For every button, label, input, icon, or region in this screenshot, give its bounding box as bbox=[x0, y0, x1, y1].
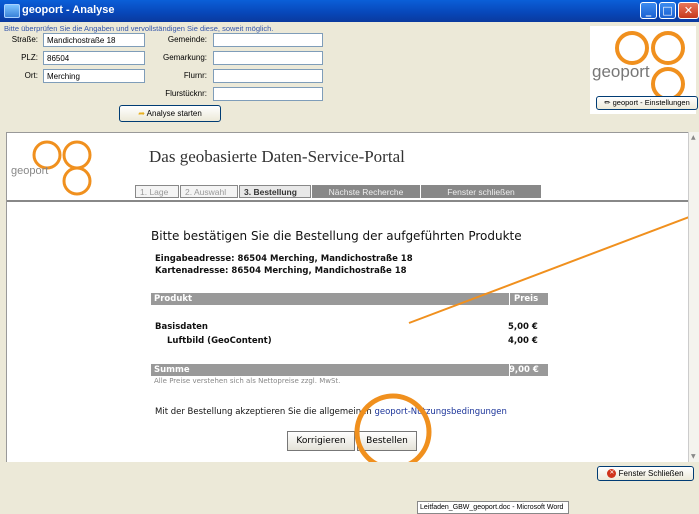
annotation-overlay bbox=[354, 216, 689, 463]
scroll-up-icon[interactable]: ▲ bbox=[691, 134, 696, 141]
ort-label: Ort: bbox=[24, 71, 38, 80]
flurnr-label: Flurnr: bbox=[183, 71, 207, 80]
logo-text: geoport bbox=[592, 62, 650, 81]
taskbar-item[interactable]: Leitfaden_GBW_geoport.doc - Microsoft Wo… bbox=[417, 501, 569, 514]
gemarkung-input[interactable] bbox=[213, 51, 323, 65]
settings-button[interactable]: ✏ geoport - Einstellungen bbox=[596, 96, 698, 110]
flurnr-input[interactable] bbox=[213, 69, 323, 83]
close-button-label: Fenster Schließen bbox=[618, 469, 684, 478]
analyse-start-label: Analyse starten bbox=[146, 109, 202, 118]
strasse-input[interactable]: Mandichostraße 18 bbox=[43, 33, 145, 47]
close-window-button[interactable]: ✕ bbox=[678, 2, 699, 19]
close-circle-icon: ✕ bbox=[607, 469, 617, 479]
close-button[interactable]: ✕ Fenster Schließen bbox=[597, 466, 694, 481]
flurstuecknr-input[interactable] bbox=[213, 87, 323, 101]
settings-label: geoport - Einstellungen bbox=[612, 98, 690, 107]
folder-icon: ➦ bbox=[138, 109, 145, 118]
flurstuecknr-label: Flurstücknr: bbox=[165, 89, 207, 98]
window-title: geoport - Analyse bbox=[22, 4, 115, 16]
annotation-arrow bbox=[408, 216, 689, 324]
maximize-button[interactable]: □ bbox=[659, 2, 676, 19]
address-form: Bitte überprüfen Sie die Angaben und ver… bbox=[0, 22, 587, 130]
minimize-button[interactable]: _ bbox=[640, 2, 657, 19]
scrollbar[interactable]: ▲ ▼ bbox=[688, 132, 699, 462]
strasse-label: Straße: bbox=[11, 35, 38, 44]
gemarkung-label: Gemarkung: bbox=[162, 53, 207, 62]
gemeinde-label: Gemeinde: bbox=[167, 35, 207, 44]
window-titlebar: geoport - Analyse _ □ ✕ bbox=[0, 0, 699, 22]
pencil-icon: ✏ bbox=[604, 98, 611, 107]
app-icon bbox=[4, 4, 20, 18]
form-hint: Bitte überprüfen Sie die Angaben und ver… bbox=[4, 24, 274, 33]
logo-panel: geoport ✏ geoport - Einstellungen bbox=[587, 22, 699, 130]
annotation-circle bbox=[354, 393, 432, 463]
analyse-start-button[interactable]: ➦ Analyse starten bbox=[119, 105, 221, 122]
gemeinde-input[interactable] bbox=[213, 33, 323, 47]
portal-content: geoport Das geobasierte Daten-Service-Po… bbox=[6, 132, 690, 464]
plz-input[interactable]: 86504 bbox=[43, 51, 145, 65]
ort-input[interactable]: Merching bbox=[43, 69, 145, 83]
plz-label: PLZ: bbox=[21, 53, 38, 62]
bottom-bar: ✕ Fenster Schließen Leitfaden_GBW_geopor… bbox=[0, 462, 699, 514]
scroll-down-icon[interactable]: ▼ bbox=[691, 453, 696, 460]
